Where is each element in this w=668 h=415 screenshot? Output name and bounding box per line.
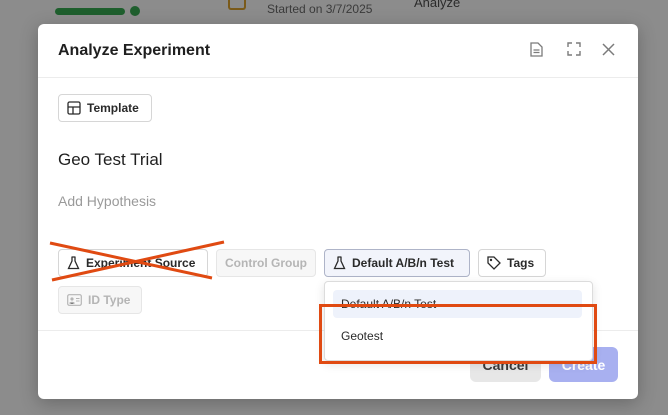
- highlight-annotation: [319, 304, 597, 364]
- tags-chip[interactable]: Tags: [478, 249, 546, 277]
- close-icon[interactable]: [599, 40, 617, 58]
- header-divider: [38, 77, 638, 78]
- tags-label: Tags: [507, 256, 535, 270]
- progress-bar: [55, 8, 125, 15]
- control-group-chip: Control Group: [216, 249, 316, 277]
- flask-icon: [333, 256, 346, 270]
- tag-icon: [487, 256, 501, 270]
- control-group-label: Control Group: [225, 256, 307, 270]
- started-date: Started on 3/7/2025: [267, 2, 373, 16]
- analyze-label: Analyze: [414, 0, 461, 10]
- experiment-title[interactable]: Geo Test Trial: [58, 150, 163, 170]
- document-icon[interactable]: [527, 40, 545, 58]
- id-type-label: ID Type: [88, 293, 131, 307]
- id-type-chip: ID Type: [58, 286, 142, 314]
- check-icon: [130, 6, 140, 16]
- hypothesis-field[interactable]: Add Hypothesis: [58, 193, 156, 209]
- id-card-icon: [67, 294, 82, 306]
- test-type-label: Default A/B/n Test: [352, 256, 455, 270]
- layout-icon: [67, 101, 81, 115]
- test-type-chip[interactable]: Default A/B/n Test: [324, 249, 470, 277]
- modal-title: Analyze Experiment: [58, 42, 211, 59]
- template-label: Template: [87, 101, 139, 115]
- strike-annotation: [49, 240, 225, 282]
- flag-icon: [228, 0, 246, 10]
- template-button[interactable]: Template: [58, 94, 152, 122]
- expand-icon[interactable]: [565, 40, 583, 58]
